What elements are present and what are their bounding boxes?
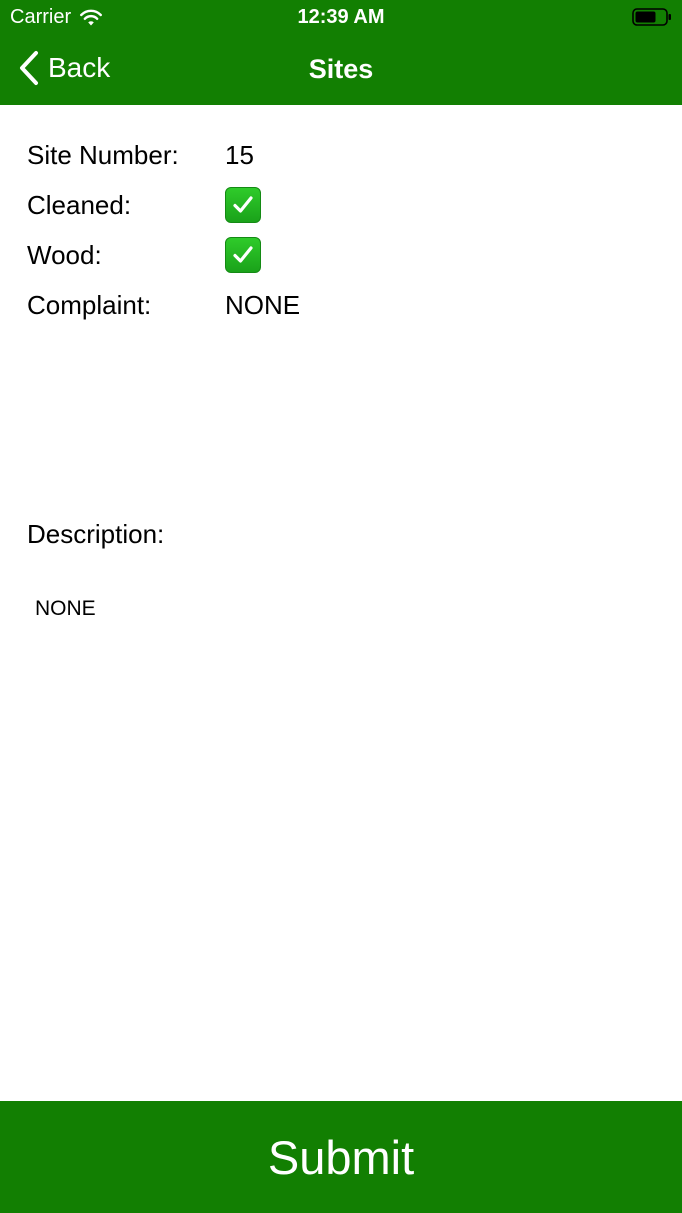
cleaned-label: Cleaned: [27, 189, 132, 220]
cleaned-row: Cleaned: [27, 185, 261, 225]
wood-value [225, 237, 261, 273]
wood-row: Wood: [27, 235, 261, 275]
complaint-label: Complaint: [27, 289, 152, 320]
navigation-bar: Back Sites [0, 36, 682, 105]
battery-icon [632, 8, 672, 26]
description-text: NONE [35, 597, 96, 620]
site-number-label: Site Number: [27, 139, 179, 170]
check-mark-button-icon [225, 187, 261, 223]
complaint-value: NONE [225, 289, 301, 320]
status-bar: Carrier 12:39 AM [0, 0, 682, 36]
header: Carrier 12:39 AM Back Sites [0, 0, 682, 105]
cleaned-value [225, 187, 261, 223]
wood-label: Wood: [27, 239, 102, 270]
site-number-value: 15 [225, 139, 254, 170]
page-title: Sites [308, 54, 374, 84]
complaint-row: Complaint: NONE [27, 285, 300, 325]
check-mark-button-icon [225, 237, 261, 273]
submit-button[interactable]: Submit [0, 1101, 682, 1213]
site-number-row: Site Number: 15 [27, 135, 254, 175]
description-label: Description: [27, 519, 165, 549]
clock: 12:39 AM [297, 6, 385, 28]
